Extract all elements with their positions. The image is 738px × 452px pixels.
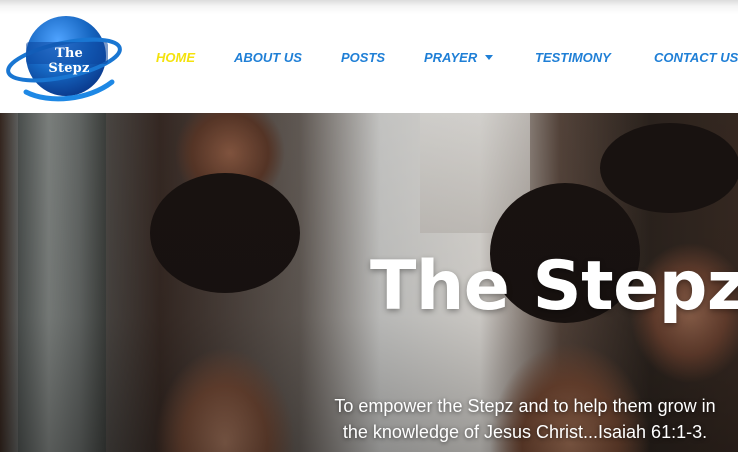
nav-item-testimony[interactable]: TESTIMONY [535, 49, 611, 67]
chevron-down-icon [485, 55, 494, 60]
hero-subtitle-line-1: To empower the Stepz and to help them gr… [334, 396, 716, 416]
nav-item-home[interactable]: HOME [156, 49, 195, 67]
nav-item-posts[interactable]: POSTS [341, 49, 385, 67]
hero-subtitle-line-2: the knowledge of Jesus Christ...Isaiah 6… [342, 422, 708, 442]
hero-title: The Stepz [370, 247, 738, 326]
nav-item-prayer[interactable]: PRAYER [424, 49, 494, 67]
site-logo[interactable]: The Stepz [4, 12, 124, 104]
site-header: The Stepz HOME ABOUT US POSTS PRAYER TES… [0, 0, 738, 113]
nav-item-contact-us[interactable]: CONTACT US [654, 49, 738, 67]
nav-item-prayer-label: PRAYER [424, 50, 478, 65]
logo-text: The Stepz [48, 46, 90, 76]
hero-banner: The Stepz To empower the Stepz and to he… [0, 113, 738, 452]
hero-subtitle: To empower the Stepz and to help them gr… [300, 393, 738, 445]
nav-item-about-us[interactable]: ABOUT US [234, 49, 302, 67]
